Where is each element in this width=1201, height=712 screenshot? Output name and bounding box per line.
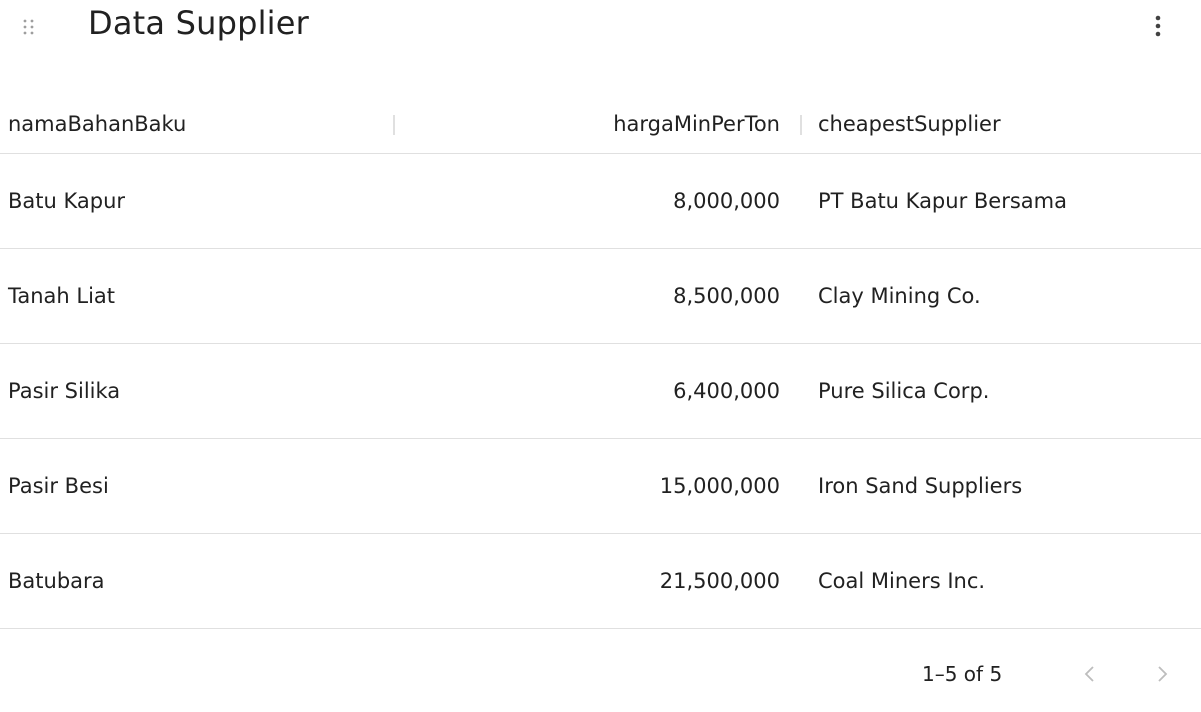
more-vert-icon [1155,15,1161,37]
cell-cheapestSupplier: PT Batu Kapur Bersama [818,189,1067,213]
column-resize-handle[interactable] [800,115,802,135]
card-title: Data Supplier [88,4,310,42]
pagination-range: 1–5 of 5 [922,662,1003,686]
cell-cheapestSupplier: Iron Sand Suppliers [818,474,1023,498]
cell-hargaMinPerTon: 8,500,000 [673,284,780,308]
cell-cheapestSupplier: Coal Miners Inc. [818,569,986,593]
cell-cheapestSupplier: Pure Silica Corp. [818,379,990,403]
table-row[interactable]: Batu Kapur 8,000,000 PT Batu Kapur Bersa… [0,154,1201,249]
column-resize-handle[interactable] [393,115,395,135]
cell-hargaMinPerTon: 21,500,000 [659,569,780,593]
previous-page-button[interactable] [1072,656,1108,692]
cell-namaBahanBaku: Batubara [8,569,105,593]
column-header-cheapestSupplier[interactable]: cheapestSupplier [818,95,1198,153]
more-options-button[interactable] [1140,8,1176,44]
drag-handle-icon[interactable] [22,18,36,36]
table-header-row: namaBahanBaku hargaMinPerTon cheapestSup… [0,95,1201,154]
chevron-right-icon [1158,666,1168,682]
table-row[interactable]: Pasir Silika 6,400,000 Pure Silica Corp. [0,344,1201,439]
cell-cheapestSupplier: Clay Mining Co. [818,284,981,308]
cell-namaBahanBaku: Tanah Liat [8,284,116,308]
cell-hargaMinPerTon: 8,000,000 [673,189,780,213]
cell-hargaMinPerTon: 15,000,000 [659,474,780,498]
table-pagination: 1–5 of 5 [0,640,1201,712]
table-row[interactable]: Batubara 21,500,000 Coal Miners Inc. [0,534,1201,629]
card-header: Data Supplier [0,0,1201,58]
cell-namaBahanBaku: Pasir Besi [8,474,109,498]
chevron-left-icon [1084,666,1094,682]
column-header-hargaMinPerTon[interactable]: hargaMinPerTon [410,95,780,153]
supplier-table: namaBahanBaku hargaMinPerTon cheapestSup… [0,95,1201,629]
table-row[interactable]: Pasir Besi 15,000,000 Iron Sand Supplier… [0,439,1201,534]
column-header-namaBahanBaku[interactable]: namaBahanBaku [8,95,388,153]
next-page-button[interactable] [1144,656,1180,692]
cell-hargaMinPerTon: 6,400,000 [673,379,780,403]
data-supplier-card: Data Supplier namaBahanBaku hargaMinPerT… [0,0,1201,712]
cell-namaBahanBaku: Batu Kapur [8,189,126,213]
cell-namaBahanBaku: Pasir Silika [8,379,121,403]
table-row[interactable]: Tanah Liat 8,500,000 Clay Mining Co. [0,249,1201,344]
